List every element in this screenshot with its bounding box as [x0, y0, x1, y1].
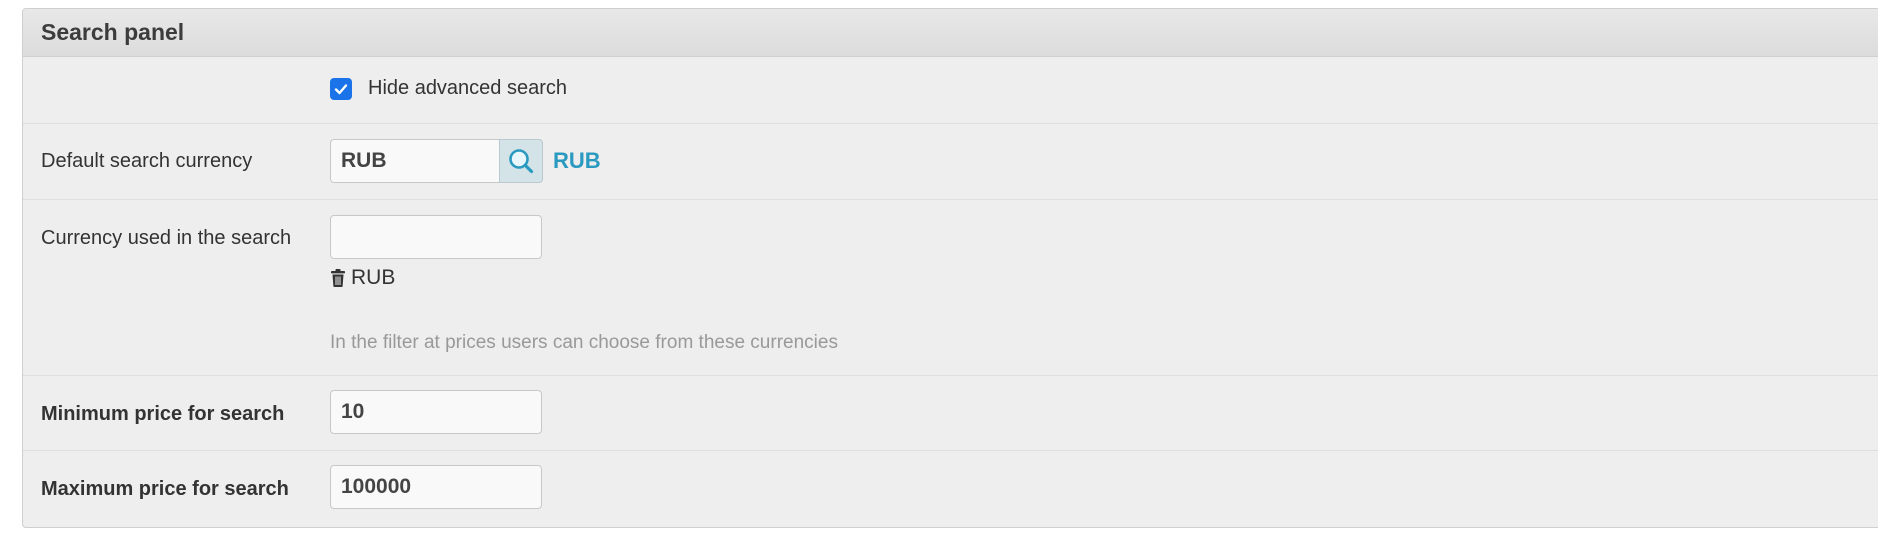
- max-price-input[interactable]: [330, 465, 542, 509]
- default-currency-label: Default search currency: [41, 150, 253, 172]
- hide-advanced-row: Hide advanced search: [23, 57, 1878, 124]
- max-price-label: Maximum price for search: [41, 478, 289, 500]
- currencies-used-input[interactable]: [330, 215, 542, 259]
- min-price-row: Minimum price for search: [23, 376, 1878, 451]
- min-price-field: [330, 390, 542, 434]
- currency-lookup-button[interactable]: [499, 139, 543, 183]
- hide-advanced-label[interactable]: Hide advanced search: [368, 77, 567, 100]
- default-currency-lookup: RUB: [330, 139, 601, 183]
- max-price-field: [330, 465, 542, 509]
- min-price-input[interactable]: [330, 390, 542, 434]
- currencies-used-label: Currency used in the search: [41, 227, 292, 249]
- selected-currency-item: RUB: [330, 266, 395, 290]
- default-currency-link[interactable]: RUB: [553, 148, 601, 174]
- checkmark-icon: [334, 83, 348, 94]
- currencies-used-field: [330, 215, 542, 259]
- hide-advanced-checkbox[interactable]: [330, 77, 352, 100]
- currencies-help-text: In the filter at prices users can choose…: [330, 332, 838, 353]
- currencies-used-row: Currency used in the search RUB In the f…: [23, 200, 1878, 376]
- selected-currency-label: RUB: [351, 266, 396, 289]
- min-price-label: Minimum price for search: [41, 403, 285, 425]
- default-currency-input[interactable]: [330, 139, 499, 183]
- trash-icon[interactable]: [330, 268, 346, 288]
- max-price-row: Maximum price for search: [23, 451, 1878, 526]
- panel-title: Search panel: [23, 9, 1878, 57]
- default-currency-row: Default search currency RUB: [23, 124, 1878, 200]
- search-icon: [509, 149, 534, 174]
- search-panel: Search panel Hide advanced search Defaul…: [22, 8, 1878, 528]
- hide-advanced-control[interactable]: Hide advanced search: [330, 77, 567, 100]
